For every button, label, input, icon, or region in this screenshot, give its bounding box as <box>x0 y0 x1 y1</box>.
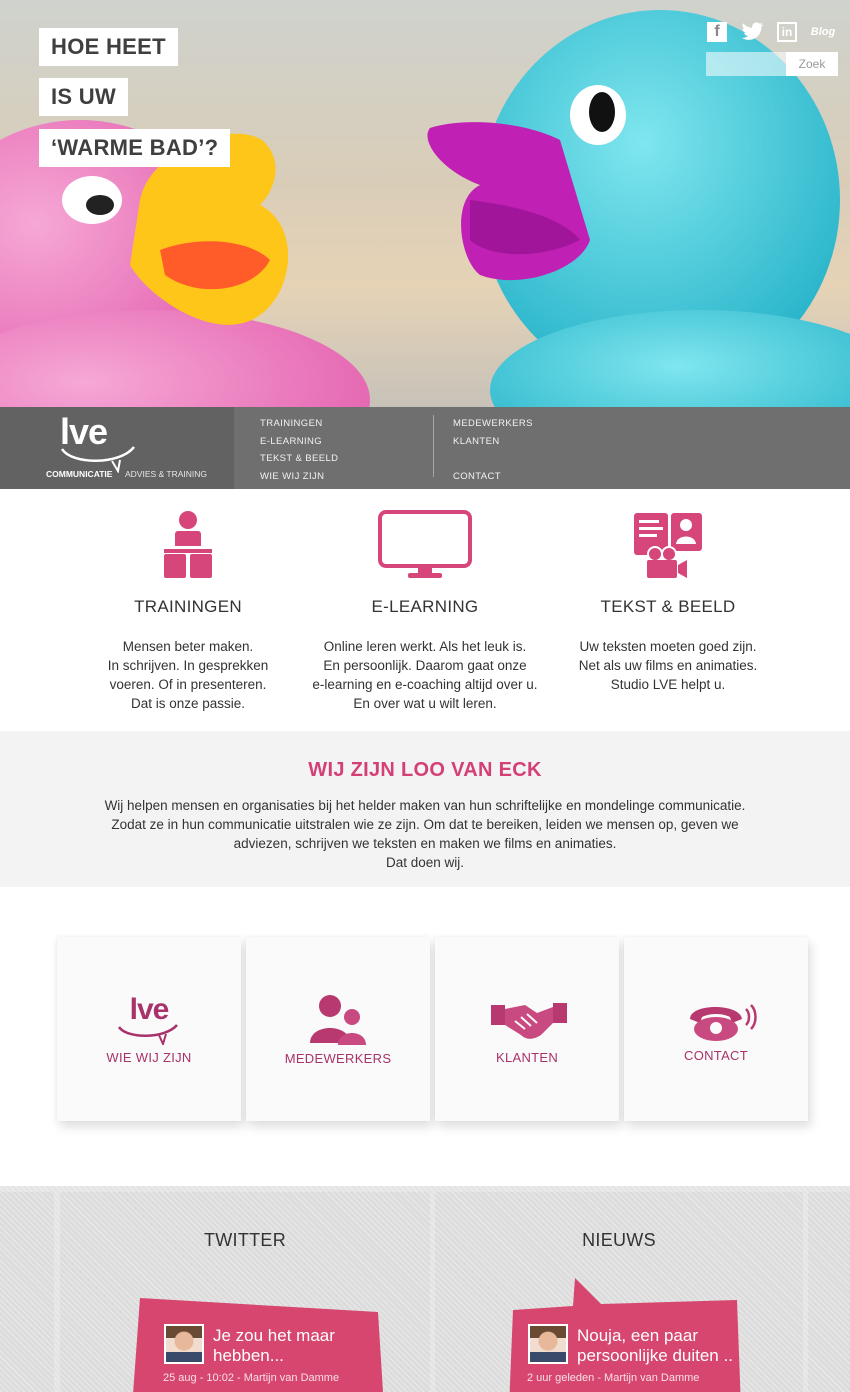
about-section: WIJ ZIJN LOO VAN ECK Wij helpen mensen e… <box>0 731 850 887</box>
nav-column-2: MEDEWERKERS KLANTEN CONTACT <box>453 415 533 485</box>
nav-column-1: TRAININGEN E-LEARNING TEKST & BEELD WIE … <box>260 415 338 485</box>
nav-link-contact[interactable]: CONTACT <box>453 468 533 486</box>
avatar <box>528 1324 568 1364</box>
service-title: E-LEARNING <box>371 597 479 616</box>
tile-contact[interactable]: CONTACT <box>624 937 808 1121</box>
twitter-feed: TWITTER Je zou het maar hebben... 25 aug… <box>60 1192 430 1392</box>
service-title: TRAININGEN <box>134 597 242 616</box>
headline-line-1: HOE HEET <box>39 28 178 66</box>
tweet-meta: 25 aug - 10:02 - Martijn van Damme <box>163 1372 340 1384</box>
tweet-text[interactable]: Je zou het maar hebben... <box>213 1326 335 1366</box>
handshake-icon <box>491 1003 567 1039</box>
nieuws-title: NIEUWS <box>582 1230 656 1250</box>
service-text: Online leren werkt. Als het leuk is. En … <box>312 639 538 711</box>
tile-label: CONTACT <box>684 1048 748 1063</box>
tekst-beeld-icon <box>634 513 702 578</box>
tile-wie-wij-zijn[interactable]: lve WIE WIJ ZIJN <box>57 937 241 1121</box>
lve-logo[interactable]: lve COMMUNICATIE ADVIES & TRAINING <box>0 407 234 489</box>
about-title: WIJ ZIJN LOO VAN ECK <box>308 759 542 781</box>
e-learning-monitor-icon <box>378 510 472 578</box>
news-meta: 2 uur geleden - Martijn van Damme <box>527 1372 700 1384</box>
service-title: TEKST & BEELD <box>600 597 736 616</box>
nieuws-feed: NIEUWS Nouja, een paar persoonlijke duit… <box>435 1192 803 1392</box>
feed-column-edge-left <box>0 1192 54 1392</box>
main-navigation: lve COMMUNICATIE ADVIES & TRAINING TRAIN… <box>0 407 850 489</box>
blog-icon[interactable]: Blog <box>808 22 838 42</box>
tile-label: MEDEWERKERS <box>284 1051 392 1066</box>
nav-link-e-learning[interactable]: E-LEARNING <box>260 433 338 451</box>
twitter-icon[interactable] <box>742 22 766 42</box>
feeds-section: TWITTER Je zou het maar hebben... 25 aug… <box>0 1186 850 1392</box>
tile-label: KLANTEN <box>495 1050 559 1065</box>
tile-medewerkers[interactable]: MEDEWERKERS <box>246 937 430 1121</box>
logo-word-2: ADVIES & TRAINING <box>125 469 208 479</box>
service-e-learning[interactable]: E-LEARNING Online leren werkt. Als het l… <box>310 510 540 713</box>
logo-word-1: COMMUNICATIE <box>46 469 113 479</box>
service-text: Uw teksten moeten goed zijn. Net als uw … <box>578 639 758 692</box>
about-text: Wij helpen mensen en organisaties bij he… <box>104 798 746 870</box>
service-tekst-beeld[interactable]: TEKST & BEELD Uw teksten moeten goed zij… <box>553 510 783 694</box>
nav-link-klanten[interactable]: KLANTEN <box>453 433 533 451</box>
lve-swoosh-icon <box>117 1024 178 1045</box>
nav-link-wie-wij-zijn[interactable]: WIE WIJ ZIJN <box>260 468 338 486</box>
nav-link-medewerkers[interactable]: MEDEWERKERS <box>453 415 533 433</box>
headline-line-3: ‘WARME BAD’? <box>39 129 231 167</box>
nav-link-trainingen[interactable]: TRAININGEN <box>260 415 338 433</box>
service-text: Mensen beter maken. In schrijven. In ges… <box>107 639 269 711</box>
search-input[interactable] <box>706 52 786 76</box>
service-trainingen[interactable]: TRAININGEN Mensen beter maken. In schrij… <box>73 510 303 713</box>
phone-icon <box>690 1004 757 1041</box>
tile-label: WIE WIJ ZIJN <box>106 1050 192 1065</box>
avatar <box>164 1324 204 1364</box>
people-icon <box>310 995 366 1045</box>
headline-line-2: IS UW <box>39 78 129 116</box>
nav-link-tekst-beeld[interactable]: TEKST & BEELD <box>260 450 338 468</box>
nav-divider <box>433 415 434 477</box>
lve-logo-icon: lve <box>129 993 170 1026</box>
linkedin-icon[interactable]: in <box>777 22 797 42</box>
search-button[interactable]: Zoek <box>786 52 838 76</box>
feed-column-edge-right <box>808 1192 850 1392</box>
facebook-icon[interactable]: f <box>707 22 727 42</box>
news-text[interactable]: Nouja, een paar persoonlijke duiten .. <box>577 1326 733 1366</box>
tile-klanten[interactable]: KLANTEN <box>435 937 619 1121</box>
trainingen-icon <box>164 511 212 578</box>
twitter-title: TWITTER <box>203 1230 287 1250</box>
hero-banner: HOE HEET IS UW ‘WARME BAD’? f in Blog Zo… <box>0 0 850 407</box>
